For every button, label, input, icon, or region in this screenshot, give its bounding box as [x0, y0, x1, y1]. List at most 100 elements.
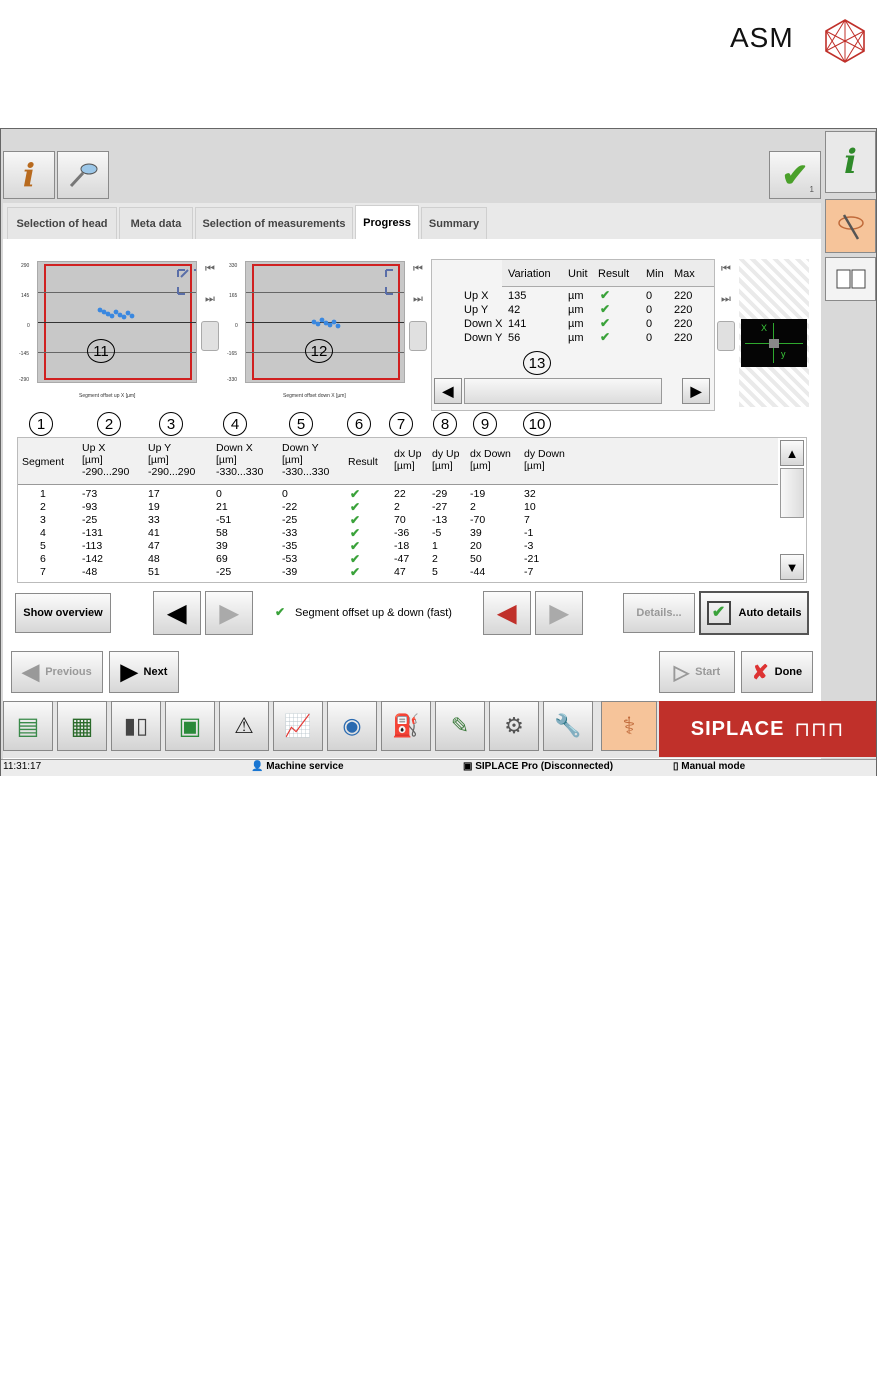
task-oil[interactable]: ⛽ [381, 701, 431, 751]
vertical-scrollbar[interactable] [780, 468, 804, 518]
task-tools[interactable]: ✎ [435, 701, 485, 751]
last-icon[interactable]: ⏭ [413, 293, 423, 306]
segment-value: -73 [82, 488, 98, 500]
vt-row-min: 0 [646, 304, 653, 316]
segment-value: 10 [524, 501, 536, 513]
ok-icon: ✔ [350, 487, 361, 501]
plot1-tick-y-3: -145 [19, 351, 30, 357]
segment-value: -47 [394, 553, 410, 565]
col-head-dyup: dy Up [µm] [432, 448, 459, 472]
tab-meta-data[interactable]: Meta data [119, 207, 193, 239]
previous-label: Previous [45, 666, 92, 678]
start-label: Start [695, 666, 721, 678]
tab-summary[interactable]: Summary [421, 207, 487, 239]
variation-scroll-handle[interactable] [717, 321, 735, 351]
approve-button[interactable]: ✔ 1 [769, 151, 821, 199]
plot1-scroll-handle[interactable] [201, 321, 219, 351]
next-segment-button[interactable]: ▶ [205, 591, 253, 635]
segment-index: 4 [40, 527, 46, 539]
plot-up-points [97, 269, 196, 320]
first-icon[interactable]: ⏮ [413, 263, 423, 276]
horizontal-scrollbar[interactable] [464, 378, 662, 404]
plot2-tick-y-0: 330 [229, 263, 238, 269]
ok-icon: ✔ [350, 539, 361, 553]
callout-13: 13 [523, 351, 551, 375]
task-camera[interactable]: ◉ [327, 701, 377, 751]
auto-details-toggle[interactable]: ✔ Auto details [699, 591, 809, 635]
vt-row-max: 220 [674, 318, 693, 330]
segment-value: -51 [216, 514, 232, 526]
last-icon[interactable]: ⏭ [205, 293, 215, 306]
segment-value: 32 [524, 488, 536, 500]
segment-value: 21 [216, 501, 228, 513]
vt-row-variation: 56 [508, 332, 521, 344]
next-measurement-button[interactable]: ▶ [535, 591, 583, 635]
start-button[interactable]: ▷ Start [659, 651, 735, 693]
segment-value: -18 [394, 540, 410, 552]
task-diagnosis[interactable]: ⚕ [601, 701, 657, 751]
plot-down-area [245, 261, 405, 383]
variation-table: Variation Unit Result Min Max Up X 135 µ… [431, 259, 715, 411]
col-head-l2: [µm] [432, 460, 453, 472]
prev-measurement-button[interactable]: ◀ [483, 591, 531, 635]
col-head-upy: Up Y [µm] -290...290 [148, 442, 195, 478]
task-warnings[interactable]: ⚠ [219, 701, 269, 751]
task-trend[interactable]: 📈 [273, 701, 323, 751]
calibration-side-button[interactable] [825, 199, 876, 253]
col-head-l3: -330...330 [216, 466, 264, 478]
last-icon[interactable]: ⏭ [721, 293, 731, 306]
task-board[interactable]: ▣ [165, 701, 215, 751]
segment-value: -13 [432, 514, 448, 526]
first-icon[interactable]: ⏮ [205, 263, 215, 276]
segment-value: -131 [82, 527, 104, 539]
task-service[interactable]: 🔧 [543, 701, 593, 751]
callout-1: 1 [29, 412, 53, 436]
next-button[interactable]: ▶ Next [109, 651, 179, 693]
prev-segment-button[interactable]: ◀ [153, 591, 201, 635]
callout-10: 10 [523, 412, 551, 436]
vt-row-unit: µm [568, 304, 584, 316]
scroll-down-button[interactable]: ▼ [780, 554, 804, 580]
plot2-scroll-handle[interactable] [409, 321, 427, 351]
tab-progress[interactable]: Progress [355, 205, 419, 239]
show-overview-button[interactable]: Show overview [15, 593, 111, 633]
segment-value: -44 [470, 566, 486, 578]
col-head-l2: [µm] [524, 460, 545, 472]
segment-value: 0 [216, 488, 222, 500]
details-button[interactable]: Details... [623, 593, 695, 633]
segment-value: -142 [82, 553, 104, 565]
scroll-right-button[interactable]: ▶ [682, 378, 710, 404]
microscope-button[interactable] [57, 151, 109, 199]
vt-head-max: Max [674, 268, 695, 280]
col-head-dxdown: dx Down [µm] [470, 448, 511, 472]
info-side-button[interactable]: i [825, 131, 876, 193]
brand-text: SIPLACE [690, 717, 785, 740]
tab-selection-of-head[interactable]: Selection of head [7, 207, 117, 239]
first-icon[interactable]: ⏮ [721, 263, 731, 276]
task-stack[interactable]: ▤ [3, 701, 53, 751]
done-label: Done [774, 666, 803, 678]
calibration-icon [837, 214, 864, 240]
segment-value: 48 [148, 553, 160, 565]
segment-value: -113 [82, 540, 103, 552]
task-manual-settings[interactable]: ⚙ [489, 701, 539, 751]
scroll-left-button[interactable]: ◀ [434, 378, 462, 404]
vt-row-unit: µm [568, 332, 584, 344]
plot2-tick-y-3: -165 [227, 351, 238, 357]
tab-selection-of-measurements[interactable]: Selection of measurements [195, 207, 353, 239]
previous-button[interactable]: ◀ Previous [11, 651, 103, 693]
info-button[interactable]: i [3, 151, 55, 199]
plot1-tick-y-1: 145 [21, 293, 30, 299]
segment-value: 2 [432, 553, 438, 565]
scroll-up-button[interactable]: ▲ [780, 440, 804, 466]
plot1-tick-y-2: 0 [27, 323, 30, 329]
manual-side-button[interactable] [825, 257, 876, 301]
vt-row-variation: 141 [508, 318, 527, 330]
task-statistics[interactable]: ▮▯ [111, 701, 161, 751]
task-grid[interactable]: ▦ [57, 701, 107, 751]
plot2-tick-y-2: 0 [235, 323, 238, 329]
segment-value: -5 [432, 527, 442, 539]
app-window: i ✔ 1 i Selection of head Meta data Sele… [0, 128, 877, 776]
col-head-l3: -290...290 [82, 466, 130, 478]
done-button[interactable]: ✘ Done [741, 651, 813, 693]
